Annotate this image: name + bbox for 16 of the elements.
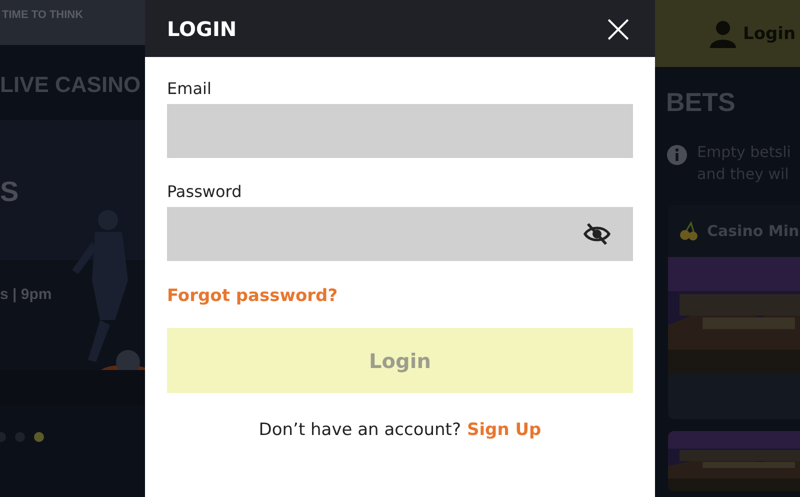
carousel-dot[interactable] <box>34 432 44 442</box>
forgot-password-link[interactable]: Forgot password? <box>167 286 633 306</box>
modal-title: LOGIN <box>167 16 237 40</box>
hero-subtitle: s | 9pm <box>0 286 52 303</box>
user-icon <box>709 20 737 48</box>
field-label: Email <box>167 79 212 98</box>
field-label: Password <box>167 182 243 201</box>
eye-slash-icon[interactable] <box>583 222 611 246</box>
sign-up-link[interactable]: Sign Up <box>466 420 542 440</box>
cherry-icon <box>679 221 699 241</box>
signup-prompt: Don’t have an account? <box>258 420 461 440</box>
close-button[interactable]: × <box>601 8 635 48</box>
email-field[interactable] <box>167 104 633 158</box>
info-icon <box>667 145 687 165</box>
hero-headline: S <box>0 176 19 208</box>
password-field[interactable] <box>167 207 633 261</box>
